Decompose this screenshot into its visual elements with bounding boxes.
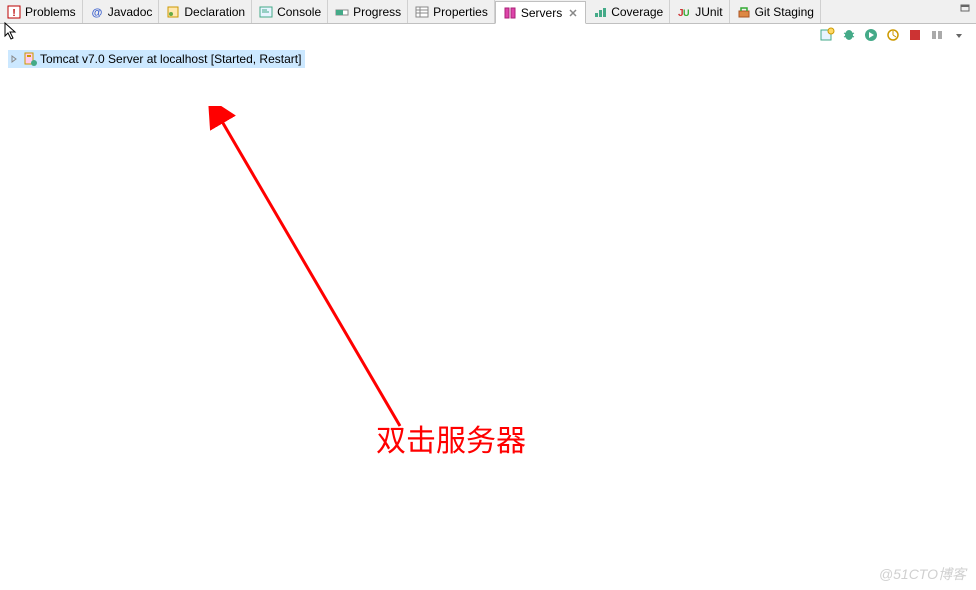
tab-label: JUnit: [695, 5, 722, 19]
tab-label: Coverage: [611, 5, 663, 19]
publish-button[interactable]: [928, 26, 946, 44]
servers-icon: [502, 5, 518, 21]
tab-label: Declaration: [184, 5, 245, 19]
tab-progress[interactable]: Progress: [328, 0, 408, 23]
view-tab-bar: ! Problems @ Javadoc Declaration Console…: [0, 0, 976, 24]
new-server-button[interactable]: [818, 26, 836, 44]
tab-label: Servers: [521, 6, 562, 20]
javadoc-icon: @: [89, 4, 105, 20]
svg-text:!: !: [12, 8, 15, 19]
coverage-icon: [592, 4, 608, 20]
tab-problems[interactable]: ! Problems: [0, 0, 83, 23]
tab-coverage[interactable]: Coverage: [586, 0, 670, 23]
server-label: Tomcat v7.0 Server at localhost [Started…: [40, 52, 301, 66]
servers-toolbar: [0, 24, 976, 46]
tab-javadoc[interactable]: @ Javadoc: [83, 0, 160, 23]
tab-junit[interactable]: JU JUnit: [670, 0, 729, 23]
declaration-icon: [165, 4, 181, 20]
properties-icon: [414, 4, 430, 20]
tab-properties[interactable]: Properties: [408, 0, 495, 23]
tab-label: Progress: [353, 5, 401, 19]
problems-icon: !: [6, 4, 22, 20]
stop-button[interactable]: [906, 26, 924, 44]
start-button[interactable]: [862, 26, 880, 44]
tab-declaration[interactable]: Declaration: [159, 0, 252, 23]
junit-icon: JU: [676, 4, 692, 20]
git-staging-icon: [736, 4, 752, 20]
view-menu-button[interactable]: [950, 26, 968, 44]
tomcat-server-icon: [22, 51, 38, 67]
annotation-label: 双击服务器: [376, 416, 526, 460]
tab-label: Problems: [25, 5, 76, 19]
server-tree-item[interactable]: Tomcat v7.0 Server at localhost [Started…: [8, 50, 305, 68]
annotation-arrow: [200, 106, 420, 436]
minimize-icon[interactable]: [958, 2, 972, 16]
progress-icon: [334, 4, 350, 20]
servers-content: Tomcat v7.0 Server at localhost [Started…: [0, 46, 976, 590]
debug-button[interactable]: [840, 26, 858, 44]
profile-button[interactable]: [884, 26, 902, 44]
tab-label: Git Staging: [755, 5, 814, 19]
tab-label: Javadoc: [108, 5, 153, 19]
tab-git-staging[interactable]: Git Staging: [730, 0, 821, 23]
tab-console[interactable]: Console: [252, 0, 328, 23]
tab-label: Properties: [433, 5, 488, 19]
console-icon: [258, 4, 274, 20]
close-icon[interactable]: [567, 7, 579, 19]
expand-arrow-icon[interactable]: [8, 53, 20, 65]
svg-text:@: @: [91, 7, 102, 19]
tab-servers[interactable]: Servers: [495, 1, 586, 24]
watermark: @51CTO博客: [879, 564, 966, 584]
svg-text:U: U: [683, 8, 690, 18]
tab-label: Console: [277, 5, 321, 19]
